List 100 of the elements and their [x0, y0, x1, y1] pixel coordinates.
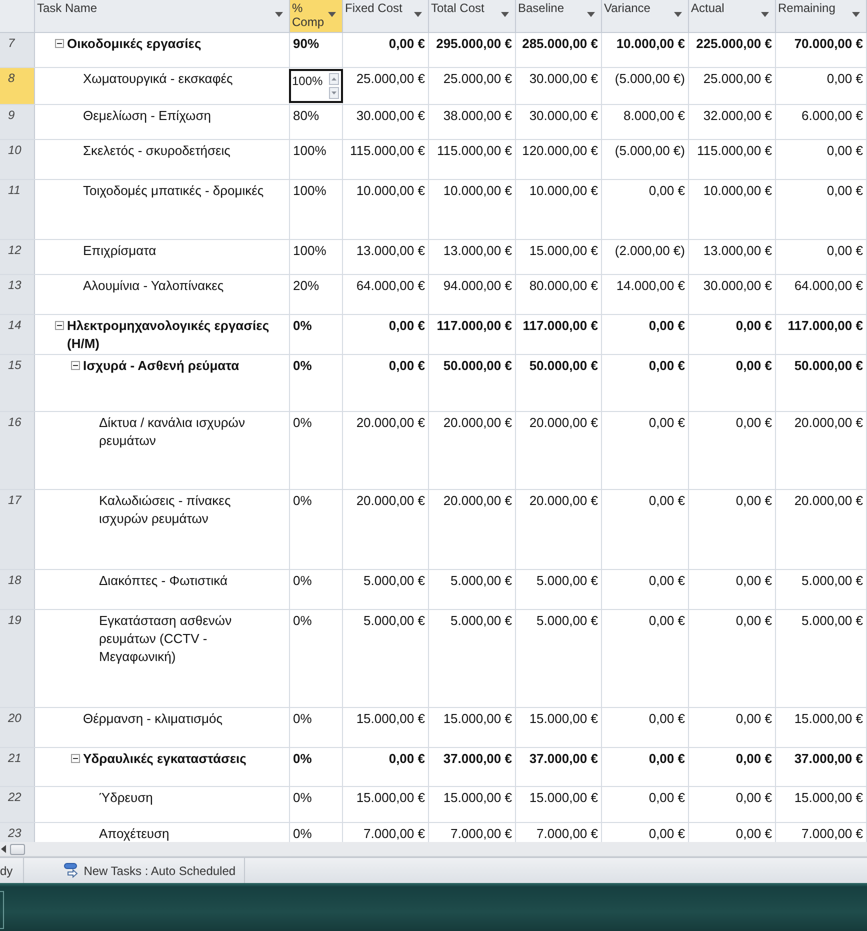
table-cell: 20.000,00 € [516, 490, 602, 569]
table-cell: 100% [290, 140, 343, 179]
row-number: 17 [0, 490, 35, 569]
column-header[interactable]: Variance [602, 0, 689, 32]
collapse-icon[interactable] [55, 321, 64, 330]
scrollbar-thumb[interactable] [10, 844, 25, 854]
task-name: Καλωδιώσεις - πίνακες ισχυρών ρευμάτων [99, 492, 232, 528]
table-cell: 117.000,00 € [776, 315, 867, 354]
table-cell: 13.000,00 € [689, 240, 776, 274]
table-cell: 0% [290, 355, 343, 411]
column-header[interactable]: Actual [689, 0, 776, 32]
table-cell: 100% [290, 240, 343, 274]
task-name: Διακόπτες - Φωτιστικά [99, 572, 228, 590]
spin-down-icon[interactable] [329, 87, 339, 99]
column-header[interactable]: % Comp [290, 0, 343, 32]
table-cell: 10.000,00 € [343, 180, 429, 239]
table-cell: 50.000,00 € [776, 355, 867, 411]
table-cell: 0% [290, 610, 343, 707]
table-cell: 0,00 € [689, 610, 776, 707]
table-cell: 37.000,00 € [516, 748, 602, 786]
table-cell: 32.000,00 € [689, 105, 776, 139]
table-cell: 10.000,00 € [429, 180, 516, 239]
table-cell: 0,00 € [689, 708, 776, 747]
table-cell: 14.000,00 € [602, 275, 689, 314]
collapse-icon[interactable] [71, 754, 80, 763]
table-cell: 30.000,00 € [516, 105, 602, 139]
spin-up-icon[interactable] [329, 73, 339, 85]
row-number: 15 [0, 355, 35, 411]
percent-spin-field[interactable]: 100% [289, 69, 343, 103]
scroll-left-icon[interactable] [1, 845, 6, 853]
table-cell: 20.000,00 € [429, 412, 516, 489]
table-cell: 0% [290, 570, 343, 609]
table-cell: 15.000,00 € [516, 787, 602, 822]
table-cell: 70.000,00 € [776, 33, 867, 67]
table-cell: 15.000,00 € [776, 708, 867, 747]
collapse-icon[interactable] [55, 39, 64, 48]
table-cell: 115.000,00 € [343, 140, 429, 179]
dropdown-arrow-icon[interactable] [761, 12, 769, 17]
table-cell: 20% [290, 275, 343, 314]
column-header[interactable]: Remaining [776, 0, 867, 32]
row-number: 20 [0, 708, 35, 747]
task-name: Χωματουργικά - εκσκαφές [83, 70, 233, 88]
table-cell: 0% [290, 787, 343, 822]
table-cell: 0,00 € [602, 708, 689, 747]
dropdown-arrow-icon[interactable] [587, 12, 595, 17]
table-cell: 15.000,00 € [343, 787, 429, 822]
dropdown-arrow-icon[interactable] [414, 12, 422, 17]
table-cell: 0% [290, 708, 343, 747]
table-cell: 5.000,00 € [516, 570, 602, 609]
task-name: Τοιχοδομές μπατικές - δρομικές [83, 182, 264, 200]
table-cell: 94.000,00 € [429, 275, 516, 314]
dropdown-arrow-icon[interactable] [328, 12, 336, 17]
row-number: 23 [0, 823, 35, 842]
collapse-icon[interactable] [71, 361, 80, 370]
table-cell: 5.000,00 € [343, 610, 429, 707]
table-cell: 0,00 € [602, 787, 689, 822]
table-cell: 20.000,00 € [343, 412, 429, 489]
table-cell: 285.000,00 € [516, 33, 602, 67]
taskbar-button[interactable] [0, 891, 4, 929]
table-cell: 225.000,00 € [689, 33, 776, 67]
table-cell: 10.000,00 € [516, 180, 602, 239]
table-cell: 25.000,00 € [429, 68, 516, 104]
row-number: 7 [0, 33, 35, 67]
table-cell: 30.000,00 € [343, 105, 429, 139]
dropdown-arrow-icon[interactable] [501, 12, 509, 17]
column-header[interactable]: Total Cost [429, 0, 516, 32]
table-cell: 0,00 € [343, 315, 429, 354]
row-number: 8 [0, 68, 35, 104]
column-header[interactable]: Fixed Cost [343, 0, 429, 32]
table-cell: 15.000,00 € [429, 708, 516, 747]
table-cell: 5.000,00 € [776, 570, 867, 609]
table-cell: 0,00 € [602, 748, 689, 786]
table-cell: 13.000,00 € [429, 240, 516, 274]
table-cell: 10.000,00 € [689, 180, 776, 239]
table-cell: (5.000,00 €) [602, 68, 689, 104]
task-name: Εγκατάσταση ασθενών ρευμάτων (CCTV - Μεγαφωνική) [99, 612, 233, 666]
table-cell: 5.000,00 € [776, 610, 867, 707]
task-name: Οικοδομικές εργασίες [67, 35, 202, 53]
table-cell: 80% [290, 105, 343, 139]
table-cell: 20.000,00 € [516, 412, 602, 489]
table-cell: 117.000,00 € [429, 315, 516, 354]
table-cell: 10.000,00 € [602, 33, 689, 67]
table-cell: (2.000,00 €) [602, 240, 689, 274]
column-header[interactable]: Baseline [516, 0, 602, 32]
task-name: Αλουμίνια - Υαλοπίνακες [83, 277, 224, 295]
table-cell: 0,00 € [689, 412, 776, 489]
table-cell: 0,00 € [689, 315, 776, 354]
table-cell: 90% [290, 33, 343, 67]
table-cell: 0,00 € [602, 355, 689, 411]
dropdown-arrow-icon[interactable] [674, 12, 682, 17]
task-name: Επιχρίσματα [83, 242, 156, 260]
table-cell: 15.000,00 € [516, 240, 602, 274]
table-cell: 0,00 € [602, 610, 689, 707]
table-cell: 15.000,00 € [776, 787, 867, 822]
dropdown-arrow-icon[interactable] [852, 12, 860, 17]
dropdown-arrow-icon[interactable] [275, 12, 283, 17]
table-cell: 20.000,00 € [776, 412, 867, 489]
row-number: 14 [0, 315, 35, 354]
table-cell: 5.000,00 € [516, 610, 602, 707]
table-cell: 64.000,00 € [776, 275, 867, 314]
